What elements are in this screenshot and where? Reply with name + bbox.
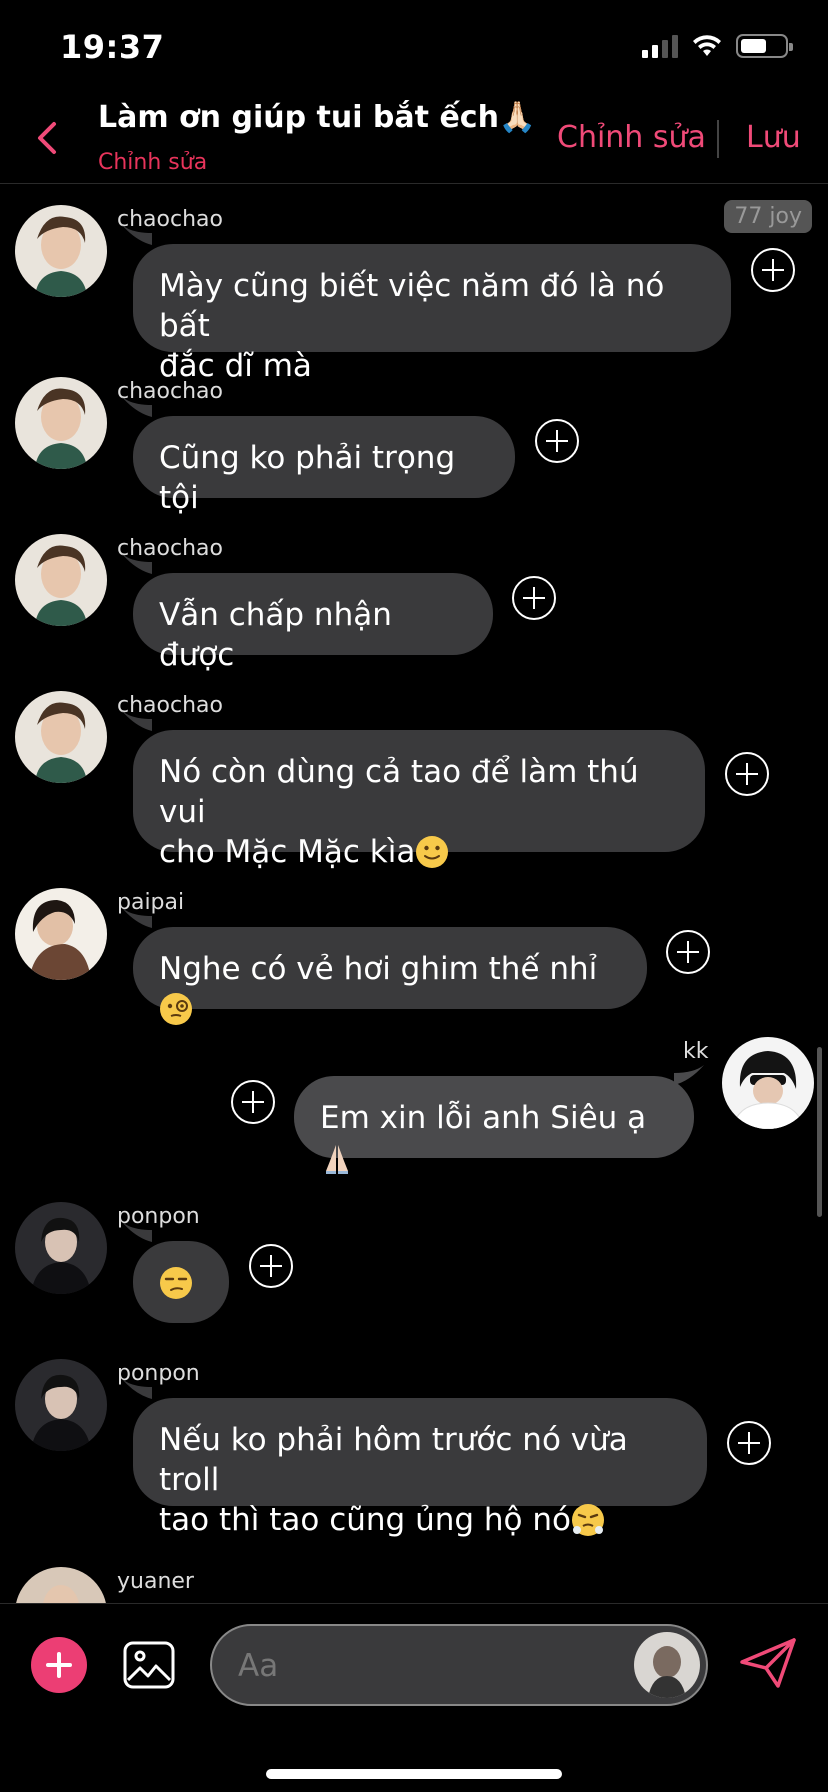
message-bubble[interactable]: Nếu ko phải hôm trước nó vừa troll tao t…: [133, 1398, 707, 1538]
add-reaction-button[interactable]: [249, 1244, 293, 1288]
message-line: đắc dĩ mà: [159, 348, 312, 384]
bubble-tail: [122, 1379, 152, 1399]
scrollbar[interactable]: [817, 1047, 822, 1217]
bubble-tail: [122, 397, 152, 417]
message-bubble[interactable]: Nghe có vẻ hơi ghim thế nhỉ: [133, 927, 647, 1025]
add-reaction-button[interactable]: [725, 752, 769, 796]
slightly-smiling-face-icon: [416, 836, 449, 868]
back-icon[interactable]: [28, 118, 68, 158]
face-with-monocle-icon: [160, 993, 192, 1025]
bubble-tail: [122, 711, 152, 731]
image-icon[interactable]: [122, 1640, 176, 1690]
chat-subtitle[interactable]: Chỉnh sửa: [98, 150, 207, 175]
avatar[interactable]: [15, 205, 107, 297]
bubble-tail: [122, 908, 152, 928]
bubble-tail: [122, 225, 152, 245]
avatar[interactable]: [722, 1037, 814, 1129]
message-line: tao thì tao cũng ủng hộ nó: [159, 1502, 571, 1538]
bubble-tail: [122, 554, 152, 574]
message-bubble[interactable]: [133, 1241, 229, 1323]
message-line: Mày cũng biết việc năm đó là nó bất: [159, 268, 665, 344]
message-bubble[interactable]: Em xin lỗi anh Siêu ạ: [294, 1076, 694, 1174]
avatar[interactable]: [15, 377, 107, 469]
sender-name: yuaner: [117, 1569, 194, 1594]
avatar[interactable]: [15, 1359, 107, 1451]
message-bubble[interactable]: Vẫn chấp nhận được: [133, 573, 493, 673]
message-line: Nó còn dùng cả tao để làm thú vui: [159, 754, 639, 830]
message-line: Cũng ko phải trọng tội: [159, 440, 456, 516]
edit-button[interactable]: Chỉnh sửa: [557, 120, 706, 155]
add-reaction-button[interactable]: [751, 248, 795, 292]
joy-badge: 77 joy: [724, 200, 812, 233]
face-with-steam-icon: [572, 1504, 604, 1536]
unamused-face-icon: [160, 1267, 192, 1299]
status-bar: 19:37: [0, 0, 828, 100]
header-divider: [717, 120, 719, 158]
send-icon[interactable]: [738, 1636, 798, 1690]
add-reaction-button[interactable]: [231, 1080, 275, 1124]
message-line: Vẫn chấp nhận được: [159, 597, 392, 673]
add-reaction-button[interactable]: [727, 1421, 771, 1465]
signal-icon: [642, 34, 678, 58]
message-bubble[interactable]: Cũng ko phải trọng tội: [133, 416, 515, 516]
message-line: Em xin lỗi anh Siêu ạ: [320, 1100, 647, 1136]
message-bubble[interactable]: Nó còn dùng cả tao để làm thú vui cho Mặ…: [133, 730, 705, 870]
message-input[interactable]: [238, 1644, 618, 1688]
add-button[interactable]: [31, 1637, 87, 1693]
chat-title: Làm ơn giúp tui bắt ếch🙏🏻: [98, 100, 537, 135]
add-reaction-button[interactable]: [666, 930, 710, 974]
save-button[interactable]: Lưu: [746, 120, 801, 155]
chat-header: Làm ơn giúp tui bắt ếch🙏🏻 Chỉnh sửa Chỉn…: [0, 96, 828, 184]
folded-hands-icon: [326, 1145, 348, 1174]
avatar[interactable]: [15, 1202, 107, 1294]
status-icons: [642, 34, 793, 58]
avatar[interactable]: [15, 1567, 107, 1603]
avatar[interactable]: [15, 534, 107, 626]
message-line: cho Mặc Mặc kìa: [159, 834, 416, 870]
message-line: Nghe có vẻ hơi ghim thế nhỉ: [159, 951, 598, 987]
add-reaction-button[interactable]: [535, 419, 579, 463]
add-reaction-button[interactable]: [512, 576, 556, 620]
sticker-button[interactable]: [634, 1632, 700, 1698]
message-bubble[interactable]: Mày cũng biết việc năm đó là nó bất đắc …: [133, 244, 731, 384]
composer-bar: [0, 1603, 828, 1792]
avatar[interactable]: [15, 888, 107, 980]
home-indicator: [266, 1769, 562, 1779]
wifi-icon: [693, 35, 721, 56]
message-list[interactable]: 77 joy chaochao Mày cũng biết việc năm đ…: [0, 185, 828, 1603]
message-line: Nếu ko phải hôm trước nó vừa troll: [159, 1422, 628, 1498]
message-input-field[interactable]: [210, 1624, 708, 1706]
bubble-tail: [122, 1222, 152, 1242]
battery-icon: [736, 34, 793, 58]
avatar[interactable]: [15, 691, 107, 783]
status-time: 19:37: [60, 28, 165, 66]
